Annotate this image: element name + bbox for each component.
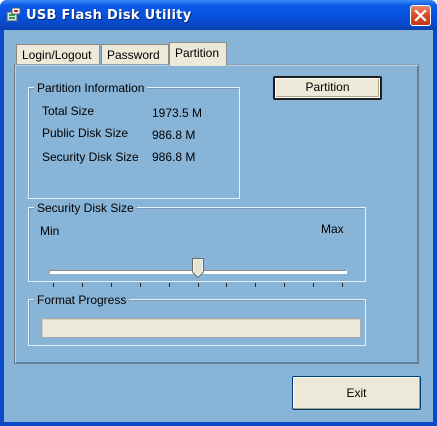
exit-button[interactable]: Exit [292,376,421,410]
tab-partition[interactable]: Partition [169,42,227,66]
exit-button-label: Exit [346,386,367,400]
format-progress-label: Format Progress [34,293,130,307]
security-disk-size-value: 986.8 M [152,150,196,164]
tab-label: Password [107,48,160,62]
slider-tick [342,283,343,287]
tab-label: Partition [175,46,220,60]
format-progress-bar [41,318,361,338]
slider-tick [168,283,170,287]
partition-button-label: Partition [305,80,350,94]
slider-max-label: Max [321,222,344,236]
slider-tick [197,283,199,287]
slider-tick [255,283,257,287]
total-size-label: Total Size [42,104,95,118]
tab-password[interactable]: Password [101,44,169,66]
slider-tick [110,283,112,287]
close-icon [414,9,427,22]
slider-tick [81,283,83,287]
partition-button[interactable]: Partition [273,76,382,100]
total-size-value: 1973.5 M [152,106,203,120]
client-area: Login/Logout Password Partition Partitio… [4,30,433,422]
title-bar[interactable]: USB Flash Disk Utility [0,0,437,30]
tab-label: Login/Logout [22,48,92,62]
slider-tick [284,283,286,287]
slider-thumb[interactable] [191,258,204,279]
app-window: USB Flash Disk Utility Login/Logout Pass… [0,0,437,426]
security-disk-size-label: Security Disk Size [42,150,139,164]
window-title: USB Flash Disk Utility [26,8,192,23]
tab-login-logout[interactable]: Login/Logout [16,44,100,66]
close-button[interactable] [410,5,431,26]
slider-tick [226,283,228,287]
security-disk-size-group-label: Security Disk Size [34,201,137,215]
partition-info-label: Partition Information [34,81,148,95]
slider-tick [313,283,315,287]
public-disk-size-label: Public Disk Size [42,126,129,140]
usb-disk-icon [6,7,22,23]
slider-tick [53,283,54,287]
public-disk-size-value: 986.8 M [152,128,196,142]
slider-tick [139,283,141,287]
slider-min-label: Min [40,224,60,238]
